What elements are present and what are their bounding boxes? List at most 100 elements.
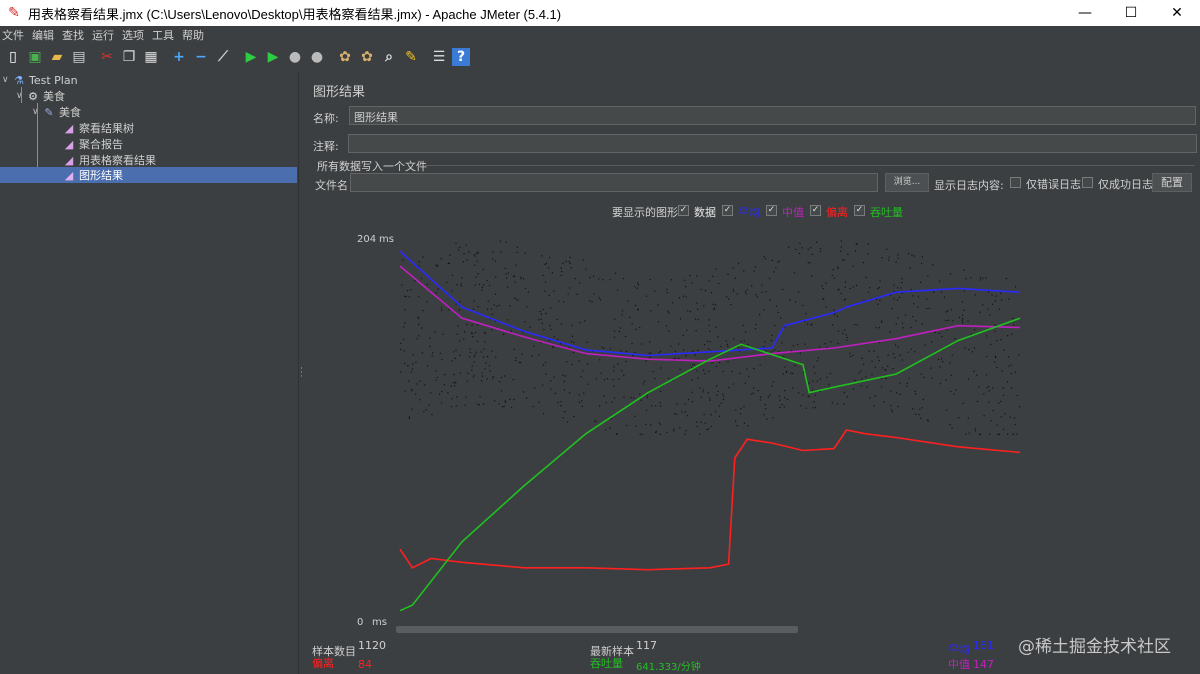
stop-icon[interactable]: ● xyxy=(286,48,304,66)
menu-help[interactable]: 帮助 xyxy=(182,27,204,43)
sample-point xyxy=(824,343,826,345)
file-name-input[interactable] xyxy=(350,173,878,192)
menu-edit[interactable]: 编辑 xyxy=(32,27,54,43)
menu-options[interactable]: 选项 xyxy=(122,27,144,43)
templates-icon[interactable]: ▣ xyxy=(26,48,44,66)
reset-search-icon[interactable]: ✎ xyxy=(402,48,420,66)
sample-point xyxy=(548,294,550,296)
sample-point xyxy=(484,332,486,334)
tree-item-listener[interactable]: ◢ 聚合报告 xyxy=(62,136,298,152)
sample-point xyxy=(1013,417,1015,419)
menu-search[interactable]: 查找 xyxy=(62,27,84,43)
chevron-down-icon[interactable]: ∨ xyxy=(16,91,26,101)
sample-point xyxy=(898,296,901,298)
sample-point xyxy=(888,256,890,258)
clear-all-icon[interactable]: ✿ xyxy=(358,48,376,66)
sample-point xyxy=(951,354,953,356)
clear-icon[interactable]: ✿ xyxy=(336,48,354,66)
tree-item-test-plan[interactable]: ∨ ⚗ Test Plan xyxy=(2,72,298,88)
sample-point xyxy=(811,323,813,325)
sample-point xyxy=(961,319,963,321)
sample-point xyxy=(763,309,765,311)
sample-point xyxy=(668,330,670,332)
menu-file[interactable]: 文件 xyxy=(2,27,24,43)
data-checkbox[interactable]: ✓ xyxy=(678,205,689,216)
sample-point xyxy=(695,330,697,332)
start-icon[interactable]: ▶ xyxy=(242,48,260,66)
tree-item-sampler[interactable]: ∨ ✎ 美食 xyxy=(32,104,298,120)
sample-point xyxy=(881,367,883,369)
paste-icon[interactable]: ▦ xyxy=(142,48,160,66)
tree-item-listener[interactable]: ◢ 察看结果树 xyxy=(62,120,298,136)
sample-point xyxy=(685,355,687,357)
close-button[interactable]: ✕ xyxy=(1154,0,1200,26)
new-icon[interactable]: ▯ xyxy=(4,48,22,66)
sample-point xyxy=(852,354,854,357)
collapse-icon[interactable]: − xyxy=(192,48,210,66)
expand-icon[interactable]: + xyxy=(170,48,188,66)
function-helper-icon[interactable]: ☰ xyxy=(430,48,448,66)
chevron-down-icon[interactable]: ∨ xyxy=(2,75,12,85)
deviation-checkbox[interactable]: ✓ xyxy=(810,205,821,216)
copy-icon[interactable]: ❐ xyxy=(120,48,138,66)
sample-point xyxy=(556,318,558,321)
maximize-button[interactable]: ☐ xyxy=(1108,0,1154,26)
sample-point xyxy=(715,411,717,413)
search-icon[interactable]: ⌕ xyxy=(380,48,398,66)
sample-point xyxy=(746,368,748,370)
median-checkbox[interactable]: ✓ xyxy=(766,205,777,216)
sample-point xyxy=(634,415,636,417)
sample-point xyxy=(826,376,828,378)
sample-point xyxy=(914,390,916,392)
start-no-pause-icon[interactable]: ▶ xyxy=(264,48,282,66)
splitter-grip-icon[interactable]: · · · xyxy=(300,365,303,382)
sample-point xyxy=(484,368,486,370)
sample-point xyxy=(441,309,443,311)
sample-point xyxy=(621,370,623,372)
name-input[interactable]: 图形结果 xyxy=(349,106,1196,125)
sample-point xyxy=(708,324,710,326)
minimize-button[interactable]: — xyxy=(1062,0,1108,26)
sample-point xyxy=(771,259,773,261)
sample-point xyxy=(978,386,980,388)
average-checkbox[interactable]: ✓ xyxy=(722,205,733,216)
sample-point xyxy=(867,243,869,245)
sample-point xyxy=(825,282,827,284)
sample-point xyxy=(733,290,735,293)
menu-tools[interactable]: 工具 xyxy=(152,27,174,43)
tree-item-listener[interactable]: ◢ 用表格察看结果 xyxy=(62,152,298,168)
throughput-checkbox[interactable]: ✓ xyxy=(854,205,865,216)
sample-point xyxy=(732,267,734,269)
tree-item-thread-group[interactable]: ∨ ⚙ 美食 xyxy=(16,88,298,104)
save-icon[interactable]: ▤ xyxy=(70,48,88,66)
sample-point xyxy=(732,383,734,385)
graph-scrollbar[interactable] xyxy=(396,626,798,633)
sample-point xyxy=(569,262,571,265)
toggle-icon[interactable]: ⟋ xyxy=(214,48,232,66)
sample-point xyxy=(471,369,473,371)
sample-point xyxy=(454,385,456,387)
cut-icon[interactable]: ✂ xyxy=(98,48,116,66)
sample-point xyxy=(522,391,524,393)
sample-point xyxy=(873,350,875,352)
sample-point xyxy=(830,341,832,343)
sample-point xyxy=(455,242,457,244)
menu-run[interactable]: 运行 xyxy=(92,27,114,43)
chevron-down-icon[interactable]: ∨ xyxy=(32,107,42,117)
shutdown-icon[interactable]: ● xyxy=(308,48,326,66)
sample-point xyxy=(784,366,786,368)
open-icon[interactable]: ▰ xyxy=(48,48,66,66)
sample-point xyxy=(495,276,497,278)
sample-point xyxy=(504,401,506,403)
sample-point xyxy=(560,405,562,407)
help-icon[interactable]: ? xyxy=(452,48,470,66)
sample-point xyxy=(782,288,784,291)
panel-splitter[interactable]: · · · xyxy=(298,71,304,674)
comment-input[interactable] xyxy=(348,134,1197,153)
tree-item-listener-selected[interactable]: ◢ 图形结果 xyxy=(0,167,297,183)
success-only-checkbox[interactable] xyxy=(1082,177,1093,188)
sample-point xyxy=(481,375,484,377)
browse-button[interactable]: 浏览... xyxy=(885,173,929,192)
errors-only-checkbox[interactable] xyxy=(1010,177,1021,188)
configure-button[interactable]: 配置 xyxy=(1152,173,1192,192)
